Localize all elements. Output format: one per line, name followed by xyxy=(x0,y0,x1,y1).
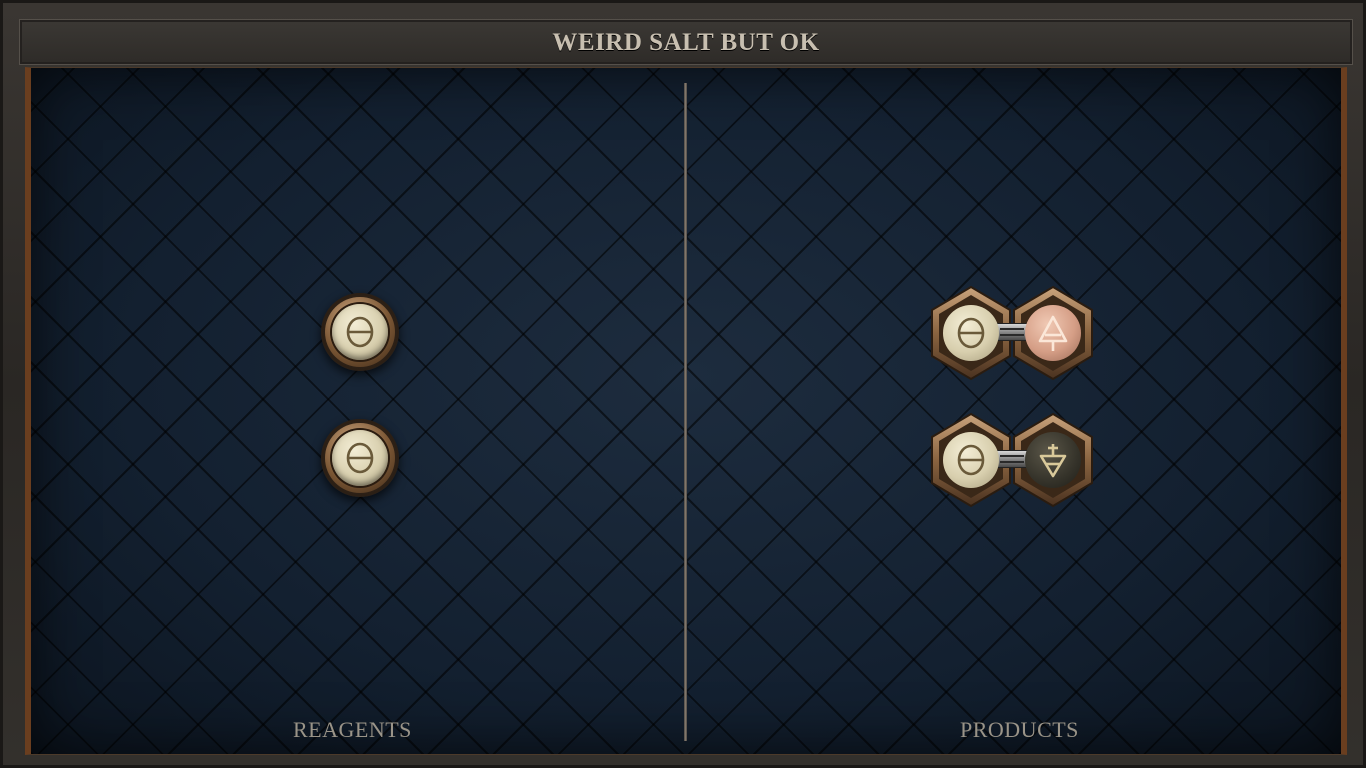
reagent-atom-salt[interactable] xyxy=(321,419,399,497)
fire-icon xyxy=(1038,315,1068,351)
salt-icon xyxy=(957,317,985,349)
salt-atom-core xyxy=(332,304,388,360)
bond-connector xyxy=(995,323,1029,341)
puzzle-title: WEIRD SALT BUT OK xyxy=(552,29,820,56)
puzzle-frame: WEIRD SALT BUT OK REAGENTS PRODUCTS xyxy=(0,0,1366,768)
salt-atom-core xyxy=(332,430,388,486)
bond-connector xyxy=(995,450,1029,468)
reagent-atom-salt[interactable] xyxy=(321,293,399,371)
title-bar: WEIRD SALT BUT OK xyxy=(19,19,1353,65)
earth-icon xyxy=(1039,444,1067,478)
earth-atom-core xyxy=(1025,432,1081,488)
products-label: PRODUCTS xyxy=(960,717,1079,742)
product-molecule-salt-earth[interactable] xyxy=(929,412,1095,508)
salt-atom-core xyxy=(943,305,999,361)
product-molecule-salt-fire[interactable] xyxy=(929,285,1095,381)
fire-atom-core xyxy=(1025,305,1081,361)
section-divider xyxy=(684,83,687,741)
salt-atom-core xyxy=(943,432,999,488)
reagents-label: REAGENTS xyxy=(293,717,412,742)
salt-icon xyxy=(346,316,374,348)
salt-icon xyxy=(957,444,985,476)
salt-icon xyxy=(346,442,374,474)
